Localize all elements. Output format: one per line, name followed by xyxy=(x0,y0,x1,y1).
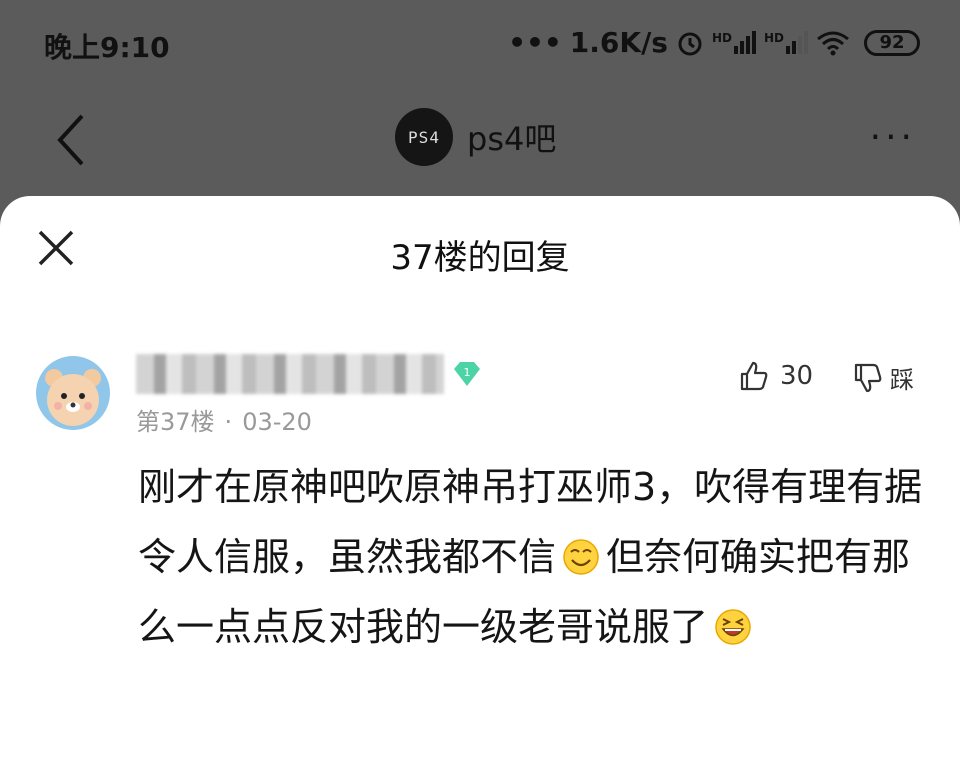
avatar[interactable] xyxy=(36,356,110,430)
thumbs-down-icon xyxy=(854,363,882,392)
smile-emoji-icon xyxy=(563,539,599,575)
like-count: 30 xyxy=(780,361,814,391)
forum-name: ps4吧 xyxy=(467,120,557,158)
username-row: 1 xyxy=(136,354,484,394)
reply-content: 刚才在原神吧吹原神吊打巫师3，吹得有理有据令人信服，虽然我都不信 但奈何确实把有… xyxy=(138,452,928,662)
forum-title[interactable]: PS4 ps4吧 xyxy=(395,108,556,166)
signal-icon-2: HD xyxy=(764,31,808,54)
back-arrow-icon[interactable] xyxy=(52,110,92,170)
network-speed: 1.6K/s xyxy=(569,26,668,59)
laugh-emoji-icon xyxy=(715,609,751,645)
post-meta: 第37楼 · 03-20 xyxy=(136,402,312,437)
status-time: 晚上9:10 xyxy=(44,31,170,64)
battery-icon: 92 xyxy=(864,29,920,56)
floor-number: 第37楼 xyxy=(136,408,215,436)
alarm-icon xyxy=(678,32,702,55)
post-date: 03-20 xyxy=(242,408,312,436)
level-badge-icon[interactable]: 1 xyxy=(450,359,484,389)
reply-sheet: 37楼的回复 1 第37楼 · 03-20 30 踩 刚才在原神吧吹原神吊打巫师… xyxy=(0,196,960,772)
status-right: ••• 1.6K/s HD HD 92 xyxy=(508,26,920,59)
username-blurred[interactable] xyxy=(136,354,444,394)
nav-bar: PS4 ps4吧 ··· xyxy=(0,88,960,198)
signal-icon: HD xyxy=(712,31,756,54)
dislike-label: 踩 xyxy=(890,366,914,394)
level-number: 1 xyxy=(464,366,471,379)
forum-logo: PS4 xyxy=(395,108,453,166)
more-options-icon[interactable]: ··· xyxy=(870,120,916,156)
dislike-button[interactable]: 踩 xyxy=(852,360,914,395)
meta-separator: · xyxy=(224,408,233,436)
wifi-icon xyxy=(817,31,849,55)
like-button[interactable]: 30 xyxy=(738,360,813,392)
dots-icon: ••• xyxy=(508,26,562,59)
thumbs-up-icon xyxy=(740,361,768,391)
sheet-title: 37楼的回复 xyxy=(390,238,570,278)
status-bar: 晚上9:10 ••• 1.6K/s HD HD 92 xyxy=(0,0,960,88)
